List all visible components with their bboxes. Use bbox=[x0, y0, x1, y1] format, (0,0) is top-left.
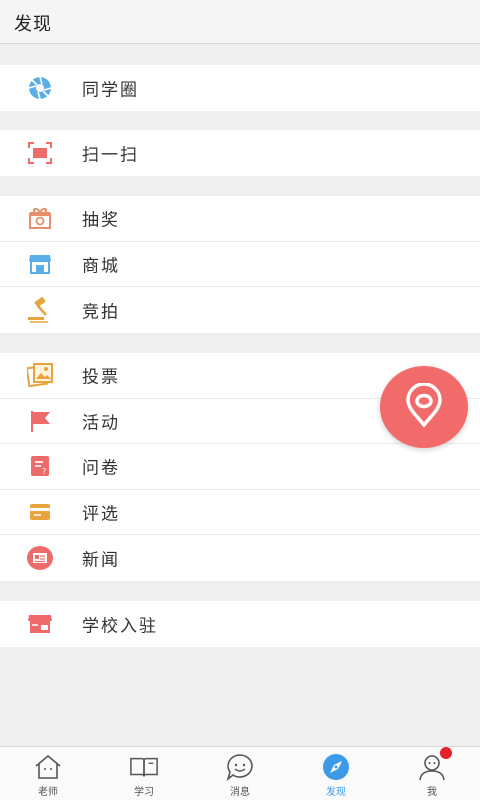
tab-label: 老师 bbox=[38, 787, 58, 798]
menu-item-label: 问卷 bbox=[82, 458, 120, 479]
menu-item-mall[interactable]: 商城 bbox=[0, 242, 480, 287]
tab-study[interactable]: 学习 bbox=[96, 747, 192, 800]
group-scan: 扫一扫 bbox=[0, 130, 480, 176]
location-fab-button[interactable] bbox=[380, 366, 468, 448]
menu-item-label: 商城 bbox=[82, 256, 120, 277]
group-moments: 同学圈 bbox=[0, 65, 480, 111]
svg-text:?: ? bbox=[42, 467, 46, 476]
menu-item-label: 活动 bbox=[82, 413, 120, 434]
menu-item-auction[interactable]: 竞拍 bbox=[0, 287, 480, 333]
menu-item-label: 同学圈 bbox=[82, 80, 139, 101]
menu-item-selection[interactable]: 评选 bbox=[0, 490, 480, 535]
menu-item-label: 新闻 bbox=[82, 550, 120, 571]
menu-item-survey[interactable]: ? 问卷 bbox=[0, 444, 480, 490]
tab-me[interactable]: 我 bbox=[384, 747, 480, 800]
menu-item-lottery[interactable]: 抽奖 bbox=[0, 196, 480, 242]
scan-icon bbox=[26, 139, 54, 167]
menu-item-label: 学校入驻 bbox=[82, 616, 158, 637]
house-face-icon bbox=[33, 753, 63, 781]
card-icon bbox=[26, 498, 54, 526]
tab-label: 我 bbox=[427, 787, 437, 798]
gavel-icon bbox=[26, 296, 54, 324]
menu-item-scan[interactable]: 扫一扫 bbox=[0, 130, 480, 176]
tab-label: 消息 bbox=[230, 787, 250, 798]
menu-item-classmates[interactable]: 同学圈 bbox=[0, 65, 480, 111]
questionnaire-icon: ? bbox=[26, 452, 54, 480]
tab-teacher[interactable]: 老师 bbox=[0, 747, 96, 800]
news-icon bbox=[26, 544, 54, 572]
gift-icon bbox=[26, 204, 54, 232]
notification-badge bbox=[440, 747, 452, 759]
menu-item-label: 评选 bbox=[82, 504, 120, 525]
tab-discover[interactable]: 发现 bbox=[288, 747, 384, 800]
location-pin-icon bbox=[404, 382, 444, 431]
flag-icon bbox=[26, 407, 54, 435]
photo-vote-icon bbox=[26, 361, 54, 389]
compass-icon bbox=[321, 753, 351, 781]
group-shopping: 抽奖 商城 竞拍 bbox=[0, 196, 480, 333]
bottom-tab-bar: 老师 学习 消息 发现 我 bbox=[0, 746, 480, 800]
chat-face-icon bbox=[225, 753, 255, 781]
menu-item-news[interactable]: 新闻 bbox=[0, 535, 480, 581]
school-store-icon bbox=[26, 610, 54, 638]
tab-label: 学习 bbox=[134, 787, 154, 798]
header: 发现 bbox=[0, 0, 480, 44]
page-title: 发现 bbox=[14, 14, 52, 35]
menu-item-school-join[interactable]: 学校入驻 bbox=[0, 601, 480, 647]
menu-item-label: 投票 bbox=[82, 367, 120, 388]
tab-label: 发现 bbox=[326, 787, 346, 798]
book-icon bbox=[129, 753, 159, 781]
menu-item-label: 抽奖 bbox=[82, 210, 120, 231]
group-school: 学校入驻 bbox=[0, 601, 480, 647]
aperture-icon bbox=[26, 74, 54, 102]
tab-messages[interactable]: 消息 bbox=[192, 747, 288, 800]
store-icon bbox=[26, 250, 54, 278]
menu-item-label: 扫一扫 bbox=[82, 145, 139, 166]
menu-item-label: 竞拍 bbox=[82, 302, 120, 323]
